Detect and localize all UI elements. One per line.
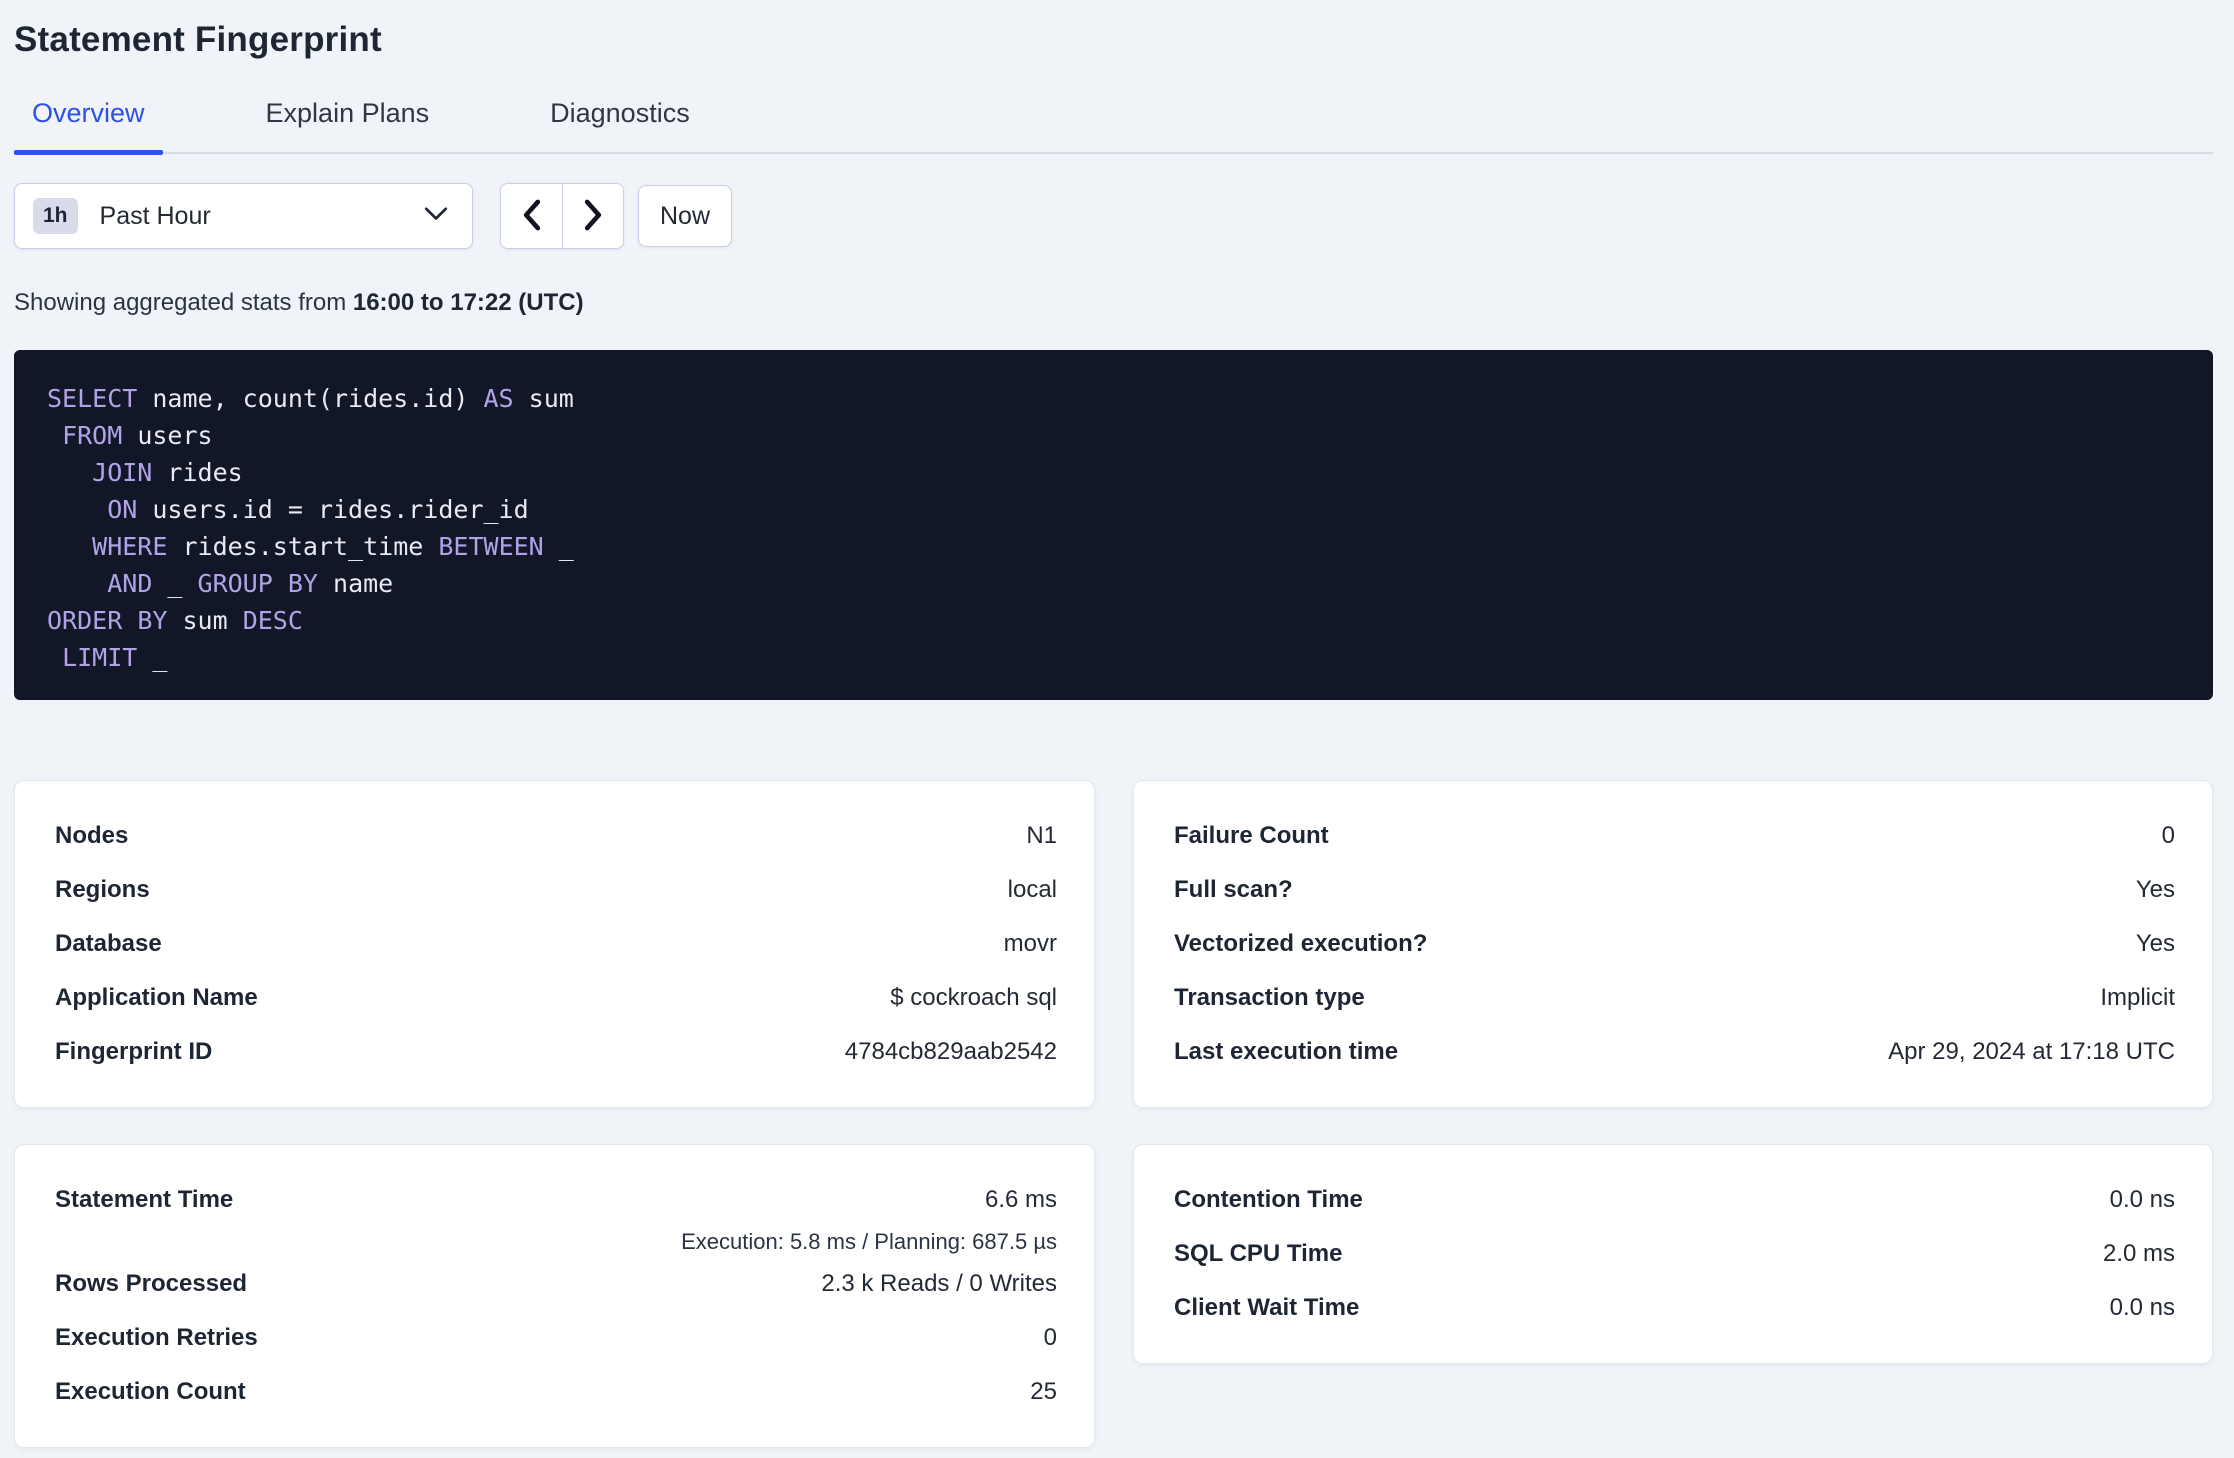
detail-row-nodes: Nodes N1 [55,809,1057,863]
stat-label: Contention Time [1174,1186,1363,1213]
stats-cards-row: Statement Time 6.6 ms Execution: 5.8 ms … [14,1144,2213,1448]
execution-attributes-card: Failure Count 0 Full scan? Yes Vectorize… [1133,780,2213,1108]
statement-details-card: Nodes N1 Regions local Database movr App… [14,780,1095,1108]
stat-value: 2.3 k Reads / 0 Writes [821,1270,1057,1297]
detail-label: Last execution time [1174,1038,1399,1065]
detail-label: Vectorized execution? [1174,930,1428,957]
detail-value: Yes [2135,876,2175,903]
stat-row-contention-time: Contention Time 0.0 ns [1174,1173,2175,1227]
statement-fingerprint-page: Statement Fingerprint Overview Explain P… [0,0,2234,1448]
aggregated-stats-prefix: Showing aggregated stats from [14,289,353,316]
detail-value: local [1007,876,1057,903]
stat-label: SQL CPU Time [1174,1240,1343,1267]
stat-value: 0 [1043,1324,1057,1351]
time-interval-badge: 1h [33,198,78,234]
tab-diagnostics[interactable]: Diagnostics [532,96,708,152]
stat-row-execution-retries: Execution Retries 0 [55,1311,1057,1365]
aggregated-stats-text: Showing aggregated stats from 16:00 to 1… [14,289,2213,317]
details-cards-row: Nodes N1 Regions local Database movr App… [14,780,2213,1108]
chevron-right-icon [581,199,605,234]
next-time-button[interactable] [562,184,623,248]
stat-value: 0.0 ns [2109,1294,2175,1321]
stat-label: Client Wait Time [1174,1294,1360,1321]
stat-row-client-wait-time: Client Wait Time 0.0 ns [1174,1281,2175,1335]
detail-label: Nodes [55,822,129,849]
stat-row-execution-count: Execution Count 25 [55,1365,1057,1419]
detail-label: Fingerprint ID [55,1038,213,1065]
detail-value: Yes [2135,930,2175,957]
node-link[interactable]: N1 [1026,822,1057,850]
detail-value: 4784cb829aab2542 [844,1038,1057,1065]
now-button[interactable]: Now [638,185,732,247]
detail-row-last-execution-time: Last execution time Apr 29, 2024 at 17:1… [1174,1025,2175,1079]
detail-label: Failure Count [1174,822,1329,849]
detail-label: Application Name [55,984,258,1011]
detail-label: Database [55,930,162,957]
time-range-dropdown[interactable]: 1h Past Hour [14,183,473,249]
tab-explain-plans[interactable]: Explain Plans [248,96,448,152]
stat-subvalue: Execution: 5.8 ms / Planning: 687.5 µs [681,1229,1057,1254]
application-name-link[interactable]: $ cockroach sql [890,984,1057,1012]
detail-row-full-scan: Full scan? Yes [1174,863,2175,917]
detail-label: Transaction type [1174,984,1365,1011]
stat-label: Execution Retries [55,1324,258,1351]
detail-label: Full scan? [1174,876,1293,903]
detail-value: Apr 29, 2024 at 17:18 UTC [1888,1038,2175,1065]
stat-value: 0.0 ns [2109,1186,2175,1213]
detail-row-regions: Regions local [55,863,1057,917]
detail-label: Regions [55,876,150,903]
detail-value: movr [1003,930,1057,957]
tab-bar: Overview Explain Plans Diagnostics [14,96,2213,155]
time-range-label: Past Hour [99,201,211,230]
stat-row-statement-time: Statement Time 6.6 ms Execution: 5.8 ms … [55,1173,1057,1257]
detail-row-transaction-type: Transaction type Implicit [1174,971,2175,1025]
stat-value: 2.0 ms [2102,1240,2175,1267]
page-title: Statement Fingerprint [14,20,382,59]
detail-row-database: Database movr [55,917,1057,971]
chevron-down-icon [424,206,448,226]
stat-label: Execution Count [55,1378,246,1405]
aggregated-stats-range: 16:00 to 17:22 (UTC) [352,289,584,316]
stat-label: Statement Time [55,1186,234,1213]
detail-row-vectorized: Vectorized execution? Yes [1174,917,2175,971]
statement-stats-card: Statement Time 6.6 ms Execution: 5.8 ms … [14,1144,1095,1448]
detail-row-failure-count: Failure Count 0 [1174,809,2175,863]
stat-row-sql-cpu-time: SQL CPU Time 2.0 ms [1174,1227,2175,1281]
stat-value: 25 [1030,1378,1057,1405]
tab-overview[interactable]: Overview [14,96,163,155]
stat-row-rows-processed: Rows Processed 2.3 k Reads / 0 Writes [55,1257,1057,1311]
detail-value: 0 [2161,822,2175,849]
timing-stats-card: Contention Time 0.0 ns SQL CPU Time 2.0 … [1133,1144,2213,1364]
stat-label: Rows Processed [55,1270,248,1297]
chevron-left-icon [520,199,544,234]
time-controls: 1h Past Hour Now [14,183,2213,249]
detail-row-application-name: Application Name $ cockroach sql [55,971,1057,1025]
detail-value: Implicit [2100,984,2175,1011]
prev-time-button[interactable] [501,184,562,248]
stat-value: 6.6 ms [984,1186,1057,1213]
sql-statement-block: SELECT name, count(rides.id) AS sum FROM… [14,350,2213,700]
detail-row-fingerprint-id: Fingerprint ID 4784cb829aab2542 [55,1025,1057,1079]
time-pager [500,183,624,249]
